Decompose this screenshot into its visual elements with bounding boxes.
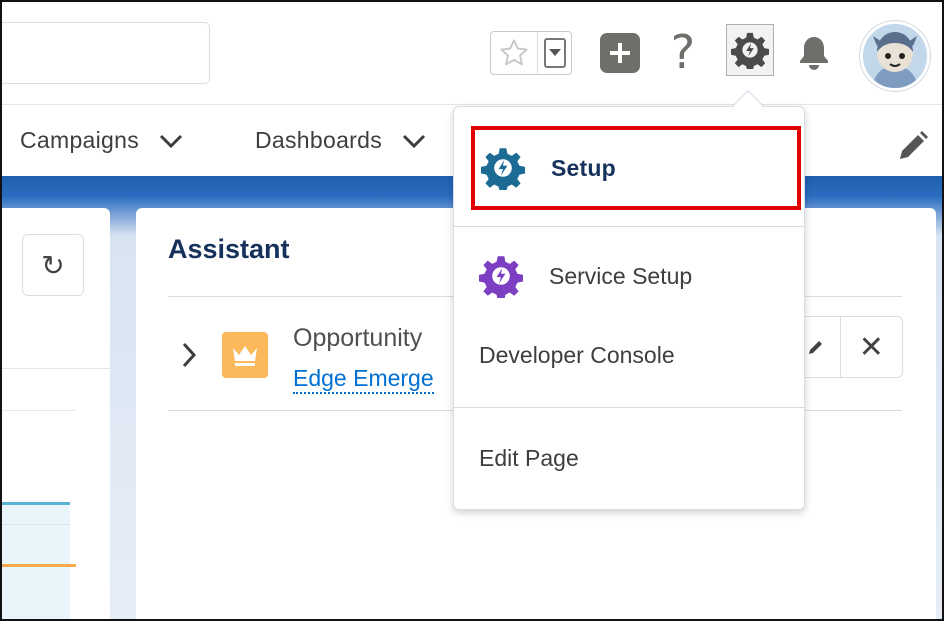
nav-item-label: Campaigns xyxy=(20,127,140,153)
help-icon: ? xyxy=(670,25,696,79)
setup-gear-button[interactable] xyxy=(726,24,774,76)
chevron-down-icon xyxy=(159,134,183,148)
opportunity-title: Opportunity xyxy=(293,324,423,352)
close-icon: ✕ xyxy=(858,329,884,365)
opportunity-link[interactable]: Edge Emerge xyxy=(293,364,434,394)
chevron-down-icon xyxy=(402,134,426,148)
chart-area xyxy=(2,502,70,619)
row-dismiss-button[interactable]: ✕ xyxy=(841,317,902,377)
chart-line-orange xyxy=(2,564,76,567)
menu-item-developer-console[interactable]: Developer Console xyxy=(479,342,675,369)
favorites-group xyxy=(490,31,572,75)
pencil-icon xyxy=(809,341,823,354)
assistant-title: Assistant xyxy=(168,234,290,264)
opportunity-icon xyxy=(222,332,268,378)
menu-item-service-setup[interactable]: Service Setup xyxy=(479,254,692,298)
user-avatar[interactable] xyxy=(860,21,930,91)
bell-icon xyxy=(800,37,828,70)
app-frame: ? Campaigns Dashboards ↻ Assistant Oppor… xyxy=(0,0,944,621)
plus-icon xyxy=(610,43,630,63)
star-outline-icon xyxy=(500,39,528,66)
refresh-icon: ↻ xyxy=(41,248,65,282)
crown-icon xyxy=(233,346,257,366)
chart-gridline xyxy=(2,524,70,525)
gear-icon xyxy=(731,32,769,69)
menu-item-edit-page[interactable]: Edit Page xyxy=(479,445,579,472)
setup-gear-icon xyxy=(481,148,525,190)
menu-item-label: Setup xyxy=(551,154,616,181)
menu-divider xyxy=(454,226,804,227)
nav-item-dashboards[interactable]: Dashboards xyxy=(255,127,426,154)
help-button[interactable]: ? xyxy=(666,24,700,80)
edit-nav-pencil-icon[interactable] xyxy=(894,129,930,165)
astro-avatar-icon xyxy=(863,24,927,88)
favorites-star-button[interactable] xyxy=(491,32,539,74)
global-search-input[interactable] xyxy=(2,22,210,84)
notifications-button[interactable] xyxy=(792,30,836,76)
menu-item-setup[interactable]: Setup xyxy=(471,126,801,210)
chart-line-teal xyxy=(2,502,70,505)
nav-item-campaigns[interactable]: Campaigns xyxy=(20,127,183,154)
divider xyxy=(2,410,76,411)
favorites-dropdown-button[interactable] xyxy=(538,32,571,74)
nav-item-label: Dashboards xyxy=(255,127,383,153)
menu-item-label: Service Setup xyxy=(549,262,693,289)
service-setup-gear-icon xyxy=(479,256,523,298)
chevron-right-icon[interactable] xyxy=(178,340,202,370)
global-header: ? xyxy=(2,2,942,104)
favorites-dropdown-frame xyxy=(543,38,566,68)
menu-divider xyxy=(454,407,804,408)
chevron-down-icon xyxy=(548,49,561,56)
row-actions: ✕ xyxy=(792,316,903,378)
refresh-button[interactable]: ↻ xyxy=(22,234,84,296)
global-actions-button[interactable] xyxy=(600,33,640,73)
divider xyxy=(2,368,110,369)
